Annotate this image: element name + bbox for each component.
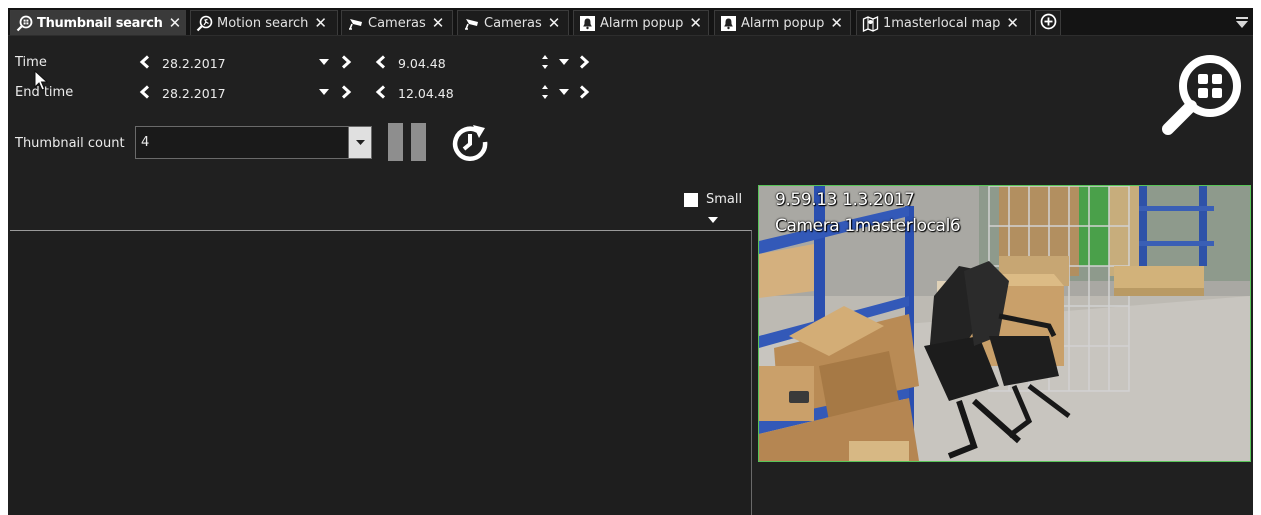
- close-icon[interactable]: ✕: [689, 14, 702, 32]
- close-icon[interactable]: ✕: [1006, 14, 1019, 32]
- chevron-right-icon: [341, 85, 352, 99]
- thumbnail-count-label: Thumbnail count: [15, 136, 125, 151]
- chevron-left-icon: [375, 55, 386, 69]
- next-end-time-button[interactable]: [576, 83, 592, 101]
- close-icon[interactable]: ✕: [830, 14, 843, 32]
- end-date-dropdown[interactable]: [317, 85, 331, 99]
- restart-time-button[interactable]: [449, 122, 491, 164]
- next-start-time-button[interactable]: [576, 53, 592, 71]
- size-dropdown-button[interactable]: [707, 215, 719, 225]
- tab-label: Cameras: [368, 15, 426, 31]
- tab-cameras-2[interactable]: Cameras ✕: [457, 10, 569, 35]
- close-icon[interactable]: ✕: [548, 14, 561, 32]
- start-date-value[interactable]: 28.2.2017: [162, 56, 226, 71]
- thumbnail-count-input[interactable]: [136, 127, 348, 158]
- thumbnail-count-combobox[interactable]: [135, 126, 372, 159]
- chevron-left-icon: [139, 55, 150, 69]
- pause-icon-bar: [411, 123, 426, 161]
- camera-icon: [463, 15, 480, 32]
- chevron-left-icon: [139, 85, 150, 99]
- time-label: Time: [15, 55, 47, 70]
- end-time-spinner[interactable]: [539, 82, 551, 102]
- tab-alarm-popup-2[interactable]: Alarm popup ✕: [714, 10, 851, 35]
- tab-cameras[interactable]: Cameras ✕: [341, 10, 453, 35]
- caret-down-icon: [559, 89, 569, 95]
- spinner-arrows-icon: [542, 85, 548, 99]
- thumbnail-search-icon: [16, 15, 33, 32]
- previous-start-time-button[interactable]: [373, 53, 389, 71]
- clock-refresh-icon: [452, 125, 488, 161]
- previous-start-date-button[interactable]: [137, 53, 153, 71]
- start-time-value[interactable]: 9.04.48: [398, 56, 446, 71]
- tab-label: Alarm popup: [741, 15, 825, 31]
- close-icon[interactable]: ✕: [169, 14, 182, 32]
- pause-icon: [388, 123, 403, 161]
- end-date-value[interactable]: 28.2.2017: [162, 86, 226, 101]
- motion-search-icon: [196, 15, 213, 32]
- tab-bar: Thumbnail search ✕ Motion search ✕ Camer…: [8, 8, 1253, 36]
- caret-down-icon: [559, 59, 569, 65]
- caret-down-icon: [355, 140, 365, 145]
- tab-label: Motion search: [217, 15, 309, 31]
- map-icon: [862, 15, 879, 32]
- thumbnail-count-dropdown-button[interactable]: [348, 127, 371, 158]
- thumbnail-search-logo-icon: [1158, 50, 1246, 138]
- add-tab-button[interactable]: [1035, 10, 1061, 35]
- chevron-left-icon: [375, 85, 386, 99]
- tab-alarm-popup[interactable]: Alarm popup ✕: [573, 10, 709, 35]
- previous-end-time-button[interactable]: [373, 83, 389, 101]
- caret-down-icon: [708, 217, 718, 223]
- plus-circle-icon: [1040, 13, 1057, 34]
- chevron-right-icon: [341, 55, 352, 69]
- tab-label: Cameras: [484, 15, 542, 31]
- previous-end-date-button[interactable]: [137, 83, 153, 101]
- tab-label: 1masterlocal map: [883, 15, 1001, 31]
- thumbnail-timestamp: 9.59.13 1.3.2017: [775, 190, 915, 210]
- tab-label: Alarm popup: [600, 15, 684, 31]
- thumbnail-search-window: Thumbnail search ✕ Motion search ✕ Camer…: [8, 8, 1253, 515]
- tab-thumbnail-search[interactable]: Thumbnail search ✕: [10, 10, 186, 35]
- mouse-cursor-icon: [34, 70, 48, 92]
- start-time-dropdown[interactable]: [557, 55, 571, 69]
- end-time-value[interactable]: 12.04.48: [398, 86, 454, 101]
- caret-down-icon: [319, 89, 329, 95]
- tab-label: Thumbnail search: [37, 15, 163, 31]
- tab-motion-search[interactable]: Motion search ✕: [190, 10, 338, 35]
- caret-down-icon: [319, 59, 329, 65]
- thumbnail-camera-name: Camera 1masterlocal6: [775, 216, 961, 236]
- camera-icon: [347, 15, 364, 32]
- next-start-date-button[interactable]: [338, 53, 354, 71]
- camera-thumbnail[interactable]: 9.59.13 1.3.2017 Camera 1masterlocal6: [758, 185, 1251, 462]
- small-checkbox[interactable]: [684, 193, 698, 207]
- chevron-right-icon: [579, 85, 590, 99]
- bell-icon: [579, 15, 596, 32]
- thumbnail-results-pane: [10, 230, 752, 515]
- small-checkbox-label: Small: [706, 192, 743, 207]
- next-end-date-button[interactable]: [338, 83, 354, 101]
- close-icon[interactable]: ✕: [432, 14, 445, 32]
- pause-button[interactable]: [386, 120, 430, 164]
- tab-1masterlocal-map[interactable]: 1masterlocal map ✕: [856, 10, 1031, 35]
- end-time-dropdown[interactable]: [557, 85, 571, 99]
- spinner-arrows-icon: [542, 55, 548, 69]
- start-time-spinner[interactable]: [539, 52, 551, 72]
- close-icon[interactable]: ✕: [314, 14, 327, 32]
- tab-menu-button[interactable]: [1235, 14, 1249, 28]
- chevron-right-icon: [579, 55, 590, 69]
- bell-icon: [720, 15, 737, 32]
- start-date-dropdown[interactable]: [317, 55, 331, 69]
